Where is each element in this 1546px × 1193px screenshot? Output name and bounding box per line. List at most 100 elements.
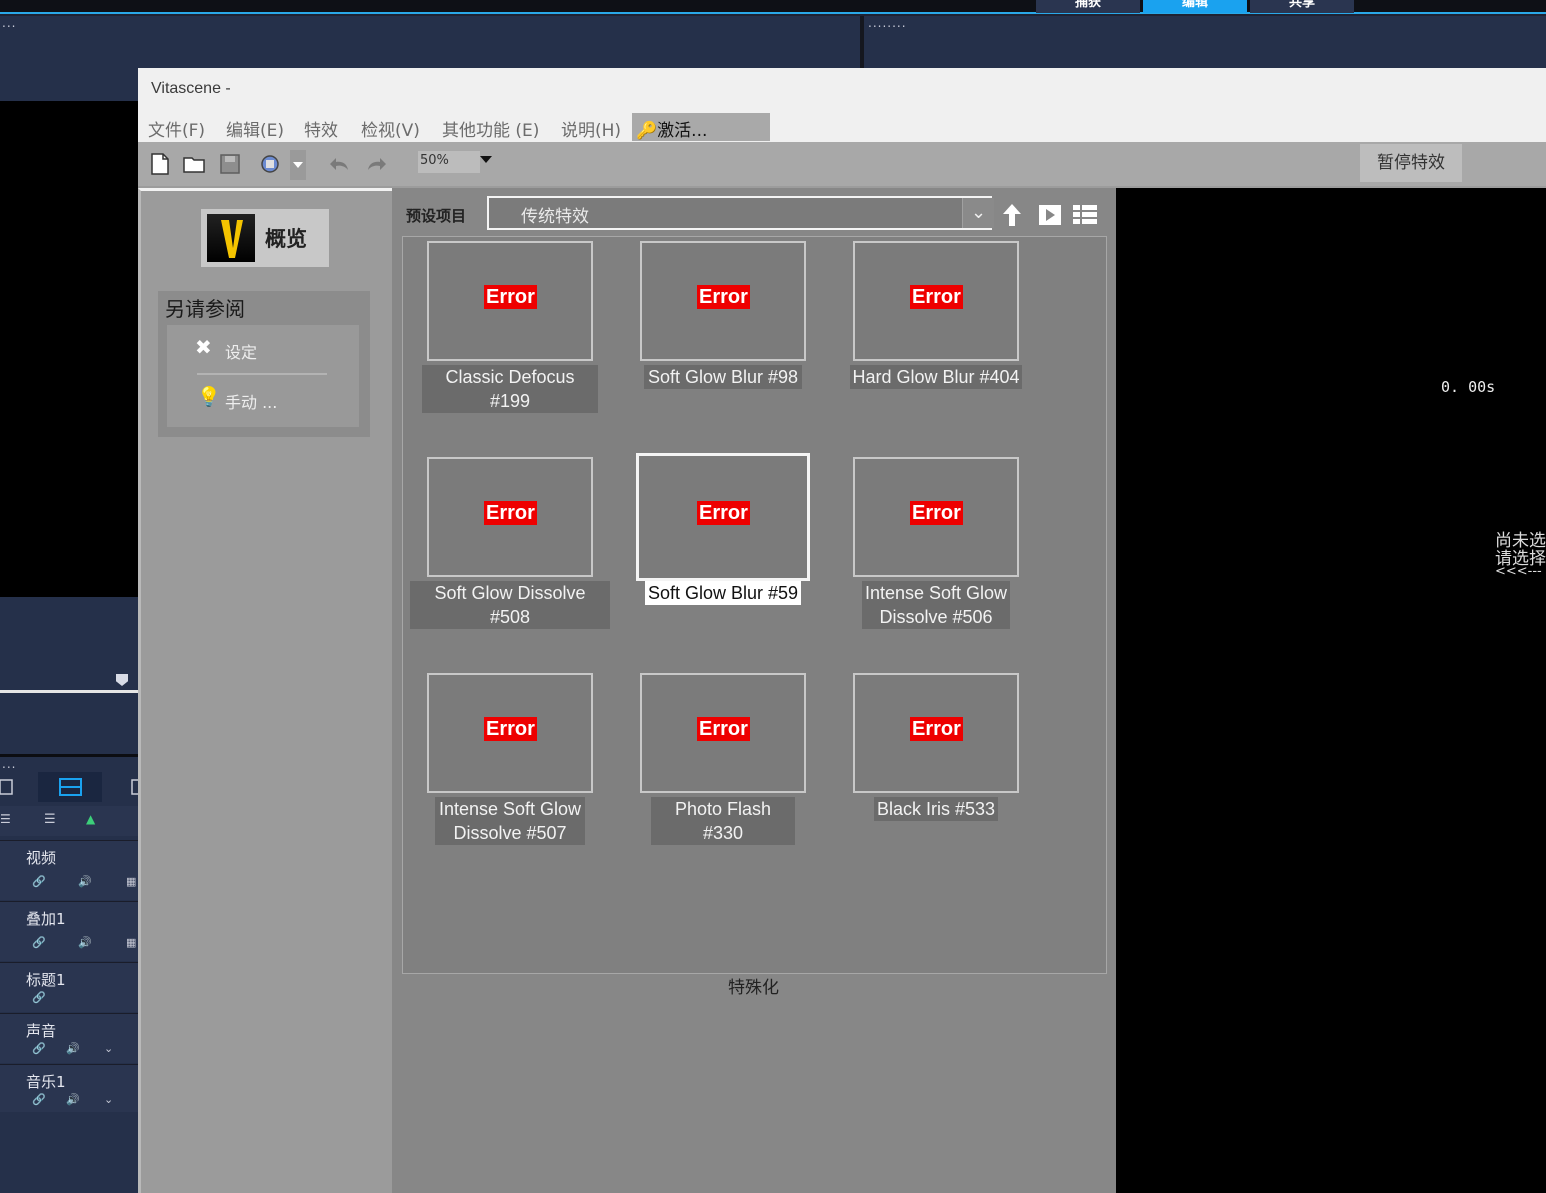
preset-grid: Error Classic Defocus #199 Error Soft Glow …	[402, 236, 1107, 974]
status-text: <<<---	[1495, 564, 1542, 579]
chevron-down-icon[interactable]: ⌄	[962, 198, 994, 228]
preset-thumbnail[interactable]: Error	[640, 673, 806, 793]
lightbulb-icon: 💡	[197, 386, 221, 408]
panel-grip[interactable]: ...	[2, 758, 16, 770]
preset-tile[interactable]: Error Classic Defocus #199	[422, 241, 598, 451]
save-icon[interactable]	[218, 152, 242, 176]
preset-tile[interactable]: Error Intense Soft Glow Dissolve #507	[427, 673, 593, 883]
error-badge: Error	[697, 501, 750, 525]
preset-tile[interactable]: Error Hard Glow Blur #404	[850, 241, 1022, 451]
menu-help[interactable]: 说明(H)	[561, 116, 621, 141]
add-track-icon[interactable]: ☰	[44, 812, 56, 827]
error-badge: Error	[910, 285, 963, 309]
speaker-icon[interactable]: 🔊	[78, 936, 92, 949]
timeline-view-tab[interactable]	[38, 772, 102, 802]
track-voice[interactable]: 声音 🔗 🔊 ⌄	[0, 1013, 138, 1063]
preset-category-select[interactable]: 传统特效	[487, 196, 992, 230]
preset-thumbnail[interactable]: Error	[640, 241, 806, 361]
new-file-icon[interactable]	[148, 152, 172, 176]
link-icon[interactable]: 🔗	[32, 991, 46, 1004]
error-badge: Error	[910, 501, 963, 525]
play-preview-icon[interactable]	[1038, 204, 1062, 226]
list-divider	[197, 373, 327, 375]
undo-icon[interactable]	[328, 152, 352, 176]
preset-thumbnail[interactable]: Error	[427, 241, 593, 361]
preset-tile[interactable]: Error Soft Glow Dissolve #508	[410, 457, 610, 667]
preset-thumbnail[interactable]: Error	[853, 241, 1019, 361]
track-video[interactable]: 视频 🔗 🔊 ▦	[0, 840, 138, 900]
preset-thumbnail[interactable]: Error	[853, 457, 1019, 577]
audio-view-tab[interactable]	[126, 772, 139, 802]
redo-icon[interactable]	[364, 152, 388, 176]
preset-tile[interactable]: Error Intense Soft Glow Dissolve #506	[853, 457, 1019, 667]
see-also-title: 另请参阅	[165, 297, 245, 321]
error-badge: Error	[697, 285, 750, 309]
grid-icon[interactable]: ▦	[126, 936, 136, 949]
error-badge: Error	[697, 717, 750, 741]
preset-caption: Black Iris #533	[874, 797, 998, 821]
preset-thumbnail[interactable]: Error	[427, 457, 593, 577]
manual-link[interactable]: 💡 手动 ...	[195, 385, 345, 415]
host-tab-capture[interactable]: 捕获	[1036, 0, 1140, 13]
list-view-icon[interactable]	[1072, 203, 1098, 227]
preset-tile[interactable]: Error Black Iris #533	[853, 673, 1019, 883]
settings-link[interactable]: ✖ 设定	[195, 335, 335, 365]
render-icon[interactable]	[258, 152, 282, 176]
menu-extras[interactable]: 其他功能 (E)	[442, 116, 539, 141]
track-settings-icon[interactable]: ☰	[0, 812, 11, 826]
menu-effects[interactable]: 特效	[304, 116, 338, 141]
menu-file[interactable]: 文件(F)	[148, 116, 205, 141]
panel-grip[interactable]: ...	[2, 17, 16, 29]
track-toolbar: ☰ ☰ ▲	[0, 806, 138, 836]
track-title[interactable]: 标题1 🔗	[0, 962, 138, 1012]
host-tab-share[interactable]: 共享	[1250, 0, 1354, 13]
track-label: 音乐1	[26, 1073, 66, 1091]
open-folder-icon[interactable]	[182, 152, 206, 176]
link-icon[interactable]: 🔗	[32, 875, 46, 888]
preset-tile[interactable]: Error Soft Glow Blur #59	[636, 453, 810, 667]
error-badge: Error	[484, 285, 537, 309]
host-tab-edit[interactable]: 编辑	[1143, 0, 1247, 13]
grid-icon[interactable]: ▦	[126, 875, 136, 888]
chevron-down-icon[interactable]: ⌄	[104, 1093, 113, 1106]
key-icon: 🔑	[636, 121, 658, 141]
chevron-down-icon[interactable]: ⌄	[104, 1042, 113, 1055]
error-badge: Error	[484, 717, 537, 741]
timeline-icon	[59, 778, 82, 796]
pause-effects-button[interactable]: 暂停特效	[1360, 144, 1462, 182]
track-height-icon[interactable]: ▲	[86, 812, 95, 826]
preset-thumbnail[interactable]: Error	[427, 673, 593, 793]
overview-button[interactable]: 概览	[201, 209, 329, 267]
menu-edit[interactable]: 编辑(E)	[226, 116, 284, 141]
storyboard-view-tab[interactable]	[0, 772, 38, 802]
specialize-label[interactable]: 特殊化	[728, 973, 779, 998]
up-arrow-icon[interactable]	[1000, 202, 1024, 228]
link-icon[interactable]: 🔗	[32, 936, 46, 949]
track-label: 视频	[26, 849, 57, 867]
activate-button[interactable]: 🔑激活...	[632, 113, 770, 141]
window-title: Vitascene -	[138, 68, 1546, 112]
panel-grip[interactable]: ........	[868, 17, 907, 29]
preset-thumbnail[interactable]: Error	[636, 453, 810, 581]
preset-caption: Intense Soft Glow Dissolve #507	[435, 797, 585, 845]
track-label: 叠加1	[26, 910, 66, 928]
link-icon[interactable]: 🔗	[32, 1042, 46, 1055]
speaker-icon[interactable]: 🔊	[78, 875, 92, 888]
track-music[interactable]: 音乐1 🔗 🔊 ⌄	[0, 1064, 138, 1112]
preset-thumbnail[interactable]: Error	[853, 673, 1019, 793]
track-label: 标题1	[26, 971, 66, 989]
time-readout: 0. 00s	[1441, 378, 1496, 396]
track-overlay[interactable]: 叠加1 🔗 🔊 ▦	[0, 901, 138, 961]
speaker-icon[interactable]: 🔊	[66, 1042, 80, 1055]
zoom-select[interactable]: 50%	[418, 151, 480, 173]
preset-tile[interactable]: Error Soft Glow Blur #98	[640, 241, 806, 451]
render-dropdown-icon[interactable]	[290, 150, 306, 180]
scrub-bar[interactable]	[0, 690, 138, 693]
menu-view[interactable]: 检视(V)	[361, 116, 420, 141]
speaker-icon[interactable]: 🔊	[66, 1093, 80, 1106]
error-badge: Error	[910, 717, 963, 741]
link-icon[interactable]: 🔗	[32, 1093, 46, 1106]
zoom-dropdown-icon[interactable]	[480, 156, 492, 163]
host-player-preview	[0, 101, 138, 597]
preset-tile[interactable]: Error Photo Flash #330	[640, 673, 806, 883]
